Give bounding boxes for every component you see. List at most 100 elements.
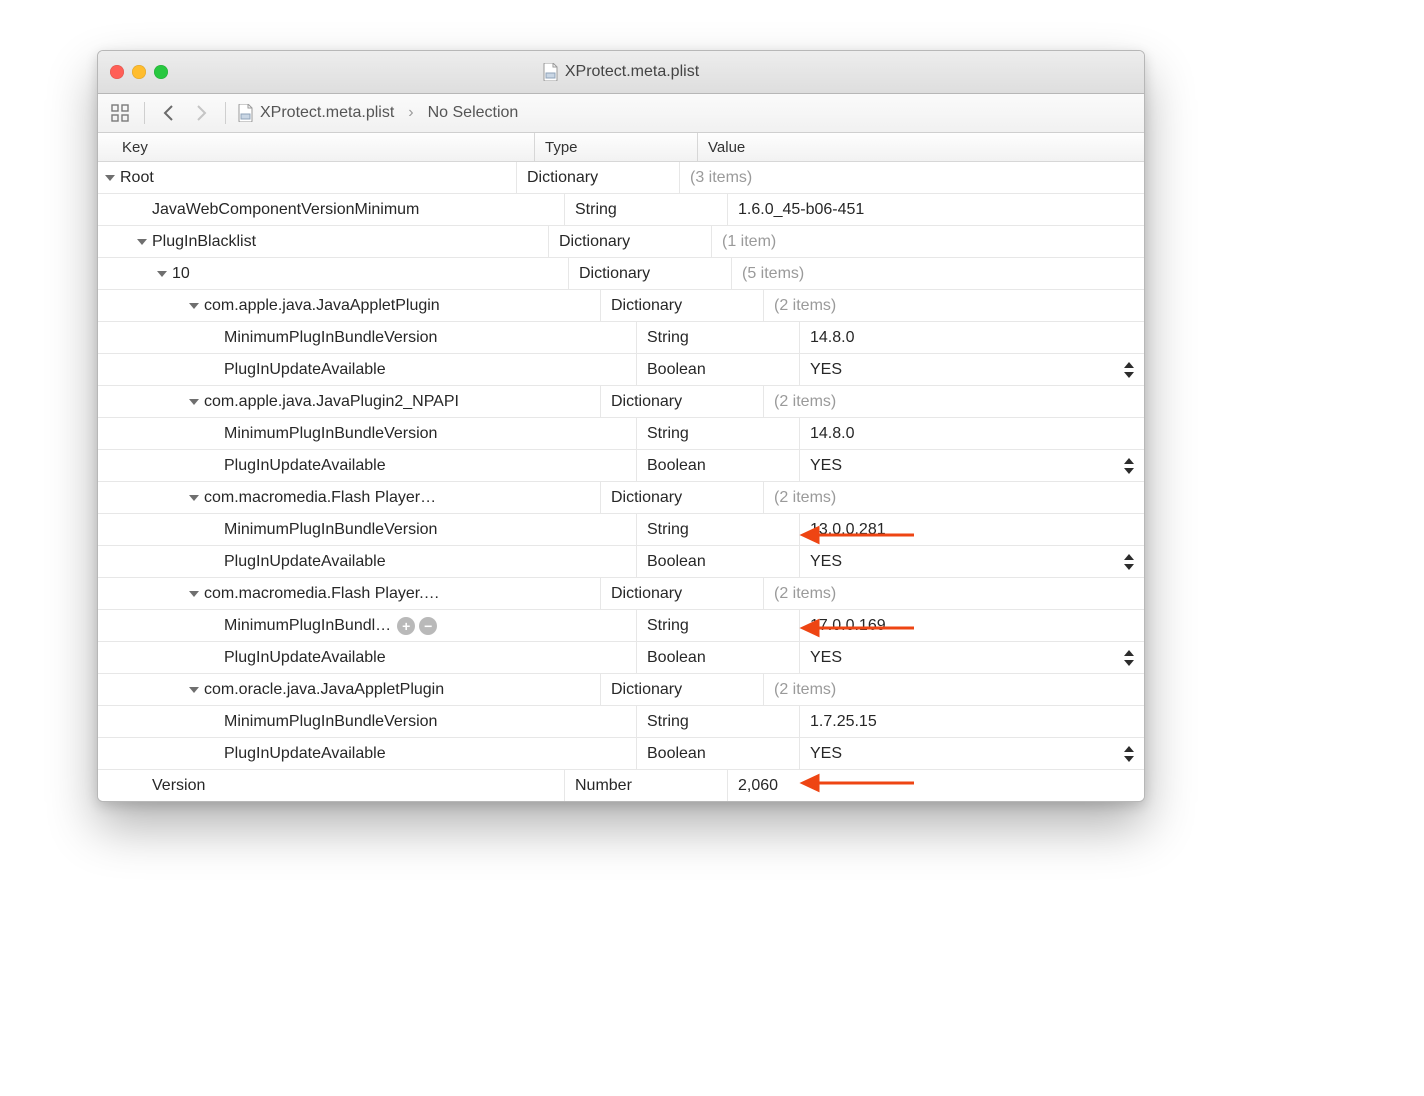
type-cell: String bbox=[637, 706, 800, 737]
column-header-type[interactable]: Type bbox=[535, 133, 698, 161]
stepper-up-icon[interactable] bbox=[1122, 456, 1136, 466]
type-cell: Dictionary bbox=[601, 578, 764, 609]
disclosure-triangle-icon[interactable] bbox=[156, 268, 168, 280]
row-apple-applet[interactable]: com.apple.java.JavaAppletPlugin Dictiona… bbox=[98, 290, 1144, 322]
value-stepper[interactable] bbox=[1122, 360, 1136, 380]
value-stepper[interactable] bbox=[1122, 456, 1136, 476]
key-label: 10 bbox=[172, 265, 190, 283]
stepper-up-icon[interactable] bbox=[1122, 360, 1136, 370]
row-flash1-upd[interactable]: PlugInUpdateAvailable Boolean YES bbox=[98, 546, 1144, 578]
stepper-down-icon[interactable] bbox=[1122, 466, 1136, 476]
stepper-up-icon[interactable] bbox=[1122, 552, 1136, 562]
disclosure-triangle-icon[interactable] bbox=[188, 684, 200, 696]
nav-forward-button[interactable] bbox=[189, 101, 213, 125]
value-cell[interactable]: 2,060 bbox=[728, 770, 1144, 801]
row-javaweb[interactable]: JavaWebComponentVersionMinimum String 1.… bbox=[98, 194, 1144, 226]
row-flash1-min[interactable]: MinimumPlugInBundleVersion String 13.0.0… bbox=[98, 514, 1144, 546]
value-cell[interactable]: 14.8.0 bbox=[800, 322, 1144, 353]
type-cell: Boolean bbox=[637, 546, 800, 577]
stepper-down-icon[interactable] bbox=[1122, 562, 1136, 572]
type-cell: String bbox=[637, 322, 800, 353]
type-cell: Dictionary bbox=[601, 386, 764, 417]
type-cell: String bbox=[637, 514, 800, 545]
stepper-down-icon[interactable] bbox=[1122, 370, 1136, 380]
stepper-down-icon[interactable] bbox=[1122, 658, 1136, 668]
key-label: com.oracle.java.JavaAppletPlugin bbox=[204, 681, 444, 699]
row-flash2-min[interactable]: MinimumPlugInBundl… + − String 17.0.0.16… bbox=[98, 610, 1144, 642]
value-cell[interactable]: YES bbox=[800, 546, 1144, 577]
disclosure-triangle-icon[interactable] bbox=[188, 300, 200, 312]
row-version[interactable]: Version Number 2,060 bbox=[98, 770, 1144, 801]
row-apple-applet-min[interactable]: MinimumPlugInBundleVersion String 14.8.0 bbox=[98, 322, 1144, 354]
close-window-button[interactable] bbox=[110, 65, 124, 79]
column-header-key[interactable]: Key bbox=[98, 133, 535, 161]
type-cell: Boolean bbox=[637, 450, 800, 481]
disclosure-triangle-icon[interactable] bbox=[136, 236, 148, 248]
key-label: PlugInUpdateAvailable bbox=[224, 361, 386, 379]
plist-rows: Root Dictionary (3 items) JavaWebCompone… bbox=[98, 162, 1144, 801]
row-flash2[interactable]: com.macromedia.Flash Player.… Dictionary… bbox=[98, 578, 1144, 610]
breadcrumb[interactable]: XProtect.meta.plist bbox=[238, 104, 394, 122]
value-stepper[interactable] bbox=[1122, 744, 1136, 764]
column-header-value[interactable]: Value bbox=[698, 133, 1144, 161]
row-apple-npapi-min[interactable]: MinimumPlugInBundleVersion String 14.8.0 bbox=[98, 418, 1144, 450]
disclosure-triangle-icon[interactable] bbox=[188, 396, 200, 408]
value-cell[interactable]: 14.8.0 bbox=[800, 418, 1144, 449]
add-remove-controls: + − bbox=[397, 617, 437, 635]
key-label: MinimumPlugInBundl… bbox=[224, 617, 391, 635]
type-cell: Boolean bbox=[637, 354, 800, 385]
stepper-up-icon[interactable] bbox=[1122, 648, 1136, 658]
type-cell: Boolean bbox=[637, 642, 800, 673]
value-cell[interactable]: YES bbox=[800, 642, 1144, 673]
key-label: MinimumPlugInBundleVersion bbox=[224, 521, 437, 539]
key-label: com.macromedia.Flash Player.… bbox=[204, 585, 440, 603]
zoom-window-button[interactable] bbox=[154, 65, 168, 79]
key-label: PlugInUpdateAvailable bbox=[224, 649, 386, 667]
row-flash2-upd[interactable]: PlugInUpdateAvailable Boolean YES bbox=[98, 642, 1144, 674]
row-oracle-upd[interactable]: PlugInUpdateAvailable Boolean YES bbox=[98, 738, 1144, 770]
key-label: com.macromedia.Flash Player… bbox=[204, 489, 436, 507]
type-cell: String bbox=[637, 610, 800, 641]
value-cell[interactable]: 1.7.25.15 bbox=[800, 706, 1144, 737]
key-label: MinimumPlugInBundleVersion bbox=[224, 329, 437, 347]
row-root[interactable]: Root Dictionary (3 items) bbox=[98, 162, 1144, 194]
disclosure-triangle-icon[interactable] bbox=[104, 172, 116, 184]
value-cell: (2 items) bbox=[764, 386, 1144, 417]
key-label: Version bbox=[152, 777, 205, 795]
value-cell: (2 items) bbox=[764, 290, 1144, 321]
key-label: MinimumPlugInBundleVersion bbox=[224, 713, 437, 731]
row-apple-applet-upd[interactable]: PlugInUpdateAvailable Boolean YES bbox=[98, 354, 1144, 386]
value-cell[interactable]: YES bbox=[800, 450, 1144, 481]
remove-row-button[interactable]: − bbox=[419, 617, 437, 635]
related-items-icon[interactable] bbox=[108, 101, 132, 125]
breadcrumb-selection: No Selection bbox=[428, 104, 519, 122]
add-row-button[interactable]: + bbox=[397, 617, 415, 635]
disclosure-triangle-icon[interactable] bbox=[188, 492, 200, 504]
row-blacklist[interactable]: PlugInBlacklist Dictionary (1 item) bbox=[98, 226, 1144, 258]
value-cell[interactable]: 1.6.0_45-b06-451 bbox=[728, 194, 1144, 225]
nav-back-button[interactable] bbox=[157, 101, 181, 125]
value-text: YES bbox=[810, 649, 842, 667]
value-cell[interactable]: YES bbox=[800, 354, 1144, 385]
breadcrumb-file: XProtect.meta.plist bbox=[260, 104, 394, 122]
row-oracle[interactable]: com.oracle.java.JavaAppletPlugin Diction… bbox=[98, 674, 1144, 706]
value-cell[interactable]: 13.0.0.281 bbox=[800, 514, 1144, 545]
minimize-window-button[interactable] bbox=[132, 65, 146, 79]
disclosure-triangle-icon[interactable] bbox=[188, 588, 200, 600]
stepper-down-icon[interactable] bbox=[1122, 754, 1136, 764]
value-stepper[interactable] bbox=[1122, 648, 1136, 668]
value-cell: (3 items) bbox=[680, 162, 1144, 193]
row-apple-npapi-upd[interactable]: PlugInUpdateAvailable Boolean YES bbox=[98, 450, 1144, 482]
path-bar: XProtect.meta.plist › No Selection bbox=[98, 94, 1144, 133]
value-stepper[interactable] bbox=[1122, 552, 1136, 572]
value-cell[interactable]: 17.0.0.169 bbox=[800, 610, 1144, 641]
plist-file-icon bbox=[543, 63, 559, 81]
value-cell[interactable]: YES bbox=[800, 738, 1144, 769]
separator bbox=[144, 102, 145, 124]
stepper-up-icon[interactable] bbox=[1122, 744, 1136, 754]
row-ten[interactable]: 10 Dictionary (5 items) bbox=[98, 258, 1144, 290]
type-cell: Dictionary bbox=[601, 290, 764, 321]
row-flash1[interactable]: com.macromedia.Flash Player… Dictionary … bbox=[98, 482, 1144, 514]
row-oracle-min[interactable]: MinimumPlugInBundleVersion String 1.7.25… bbox=[98, 706, 1144, 738]
row-apple-npapi[interactable]: com.apple.java.JavaPlugin2_NPAPI Diction… bbox=[98, 386, 1144, 418]
